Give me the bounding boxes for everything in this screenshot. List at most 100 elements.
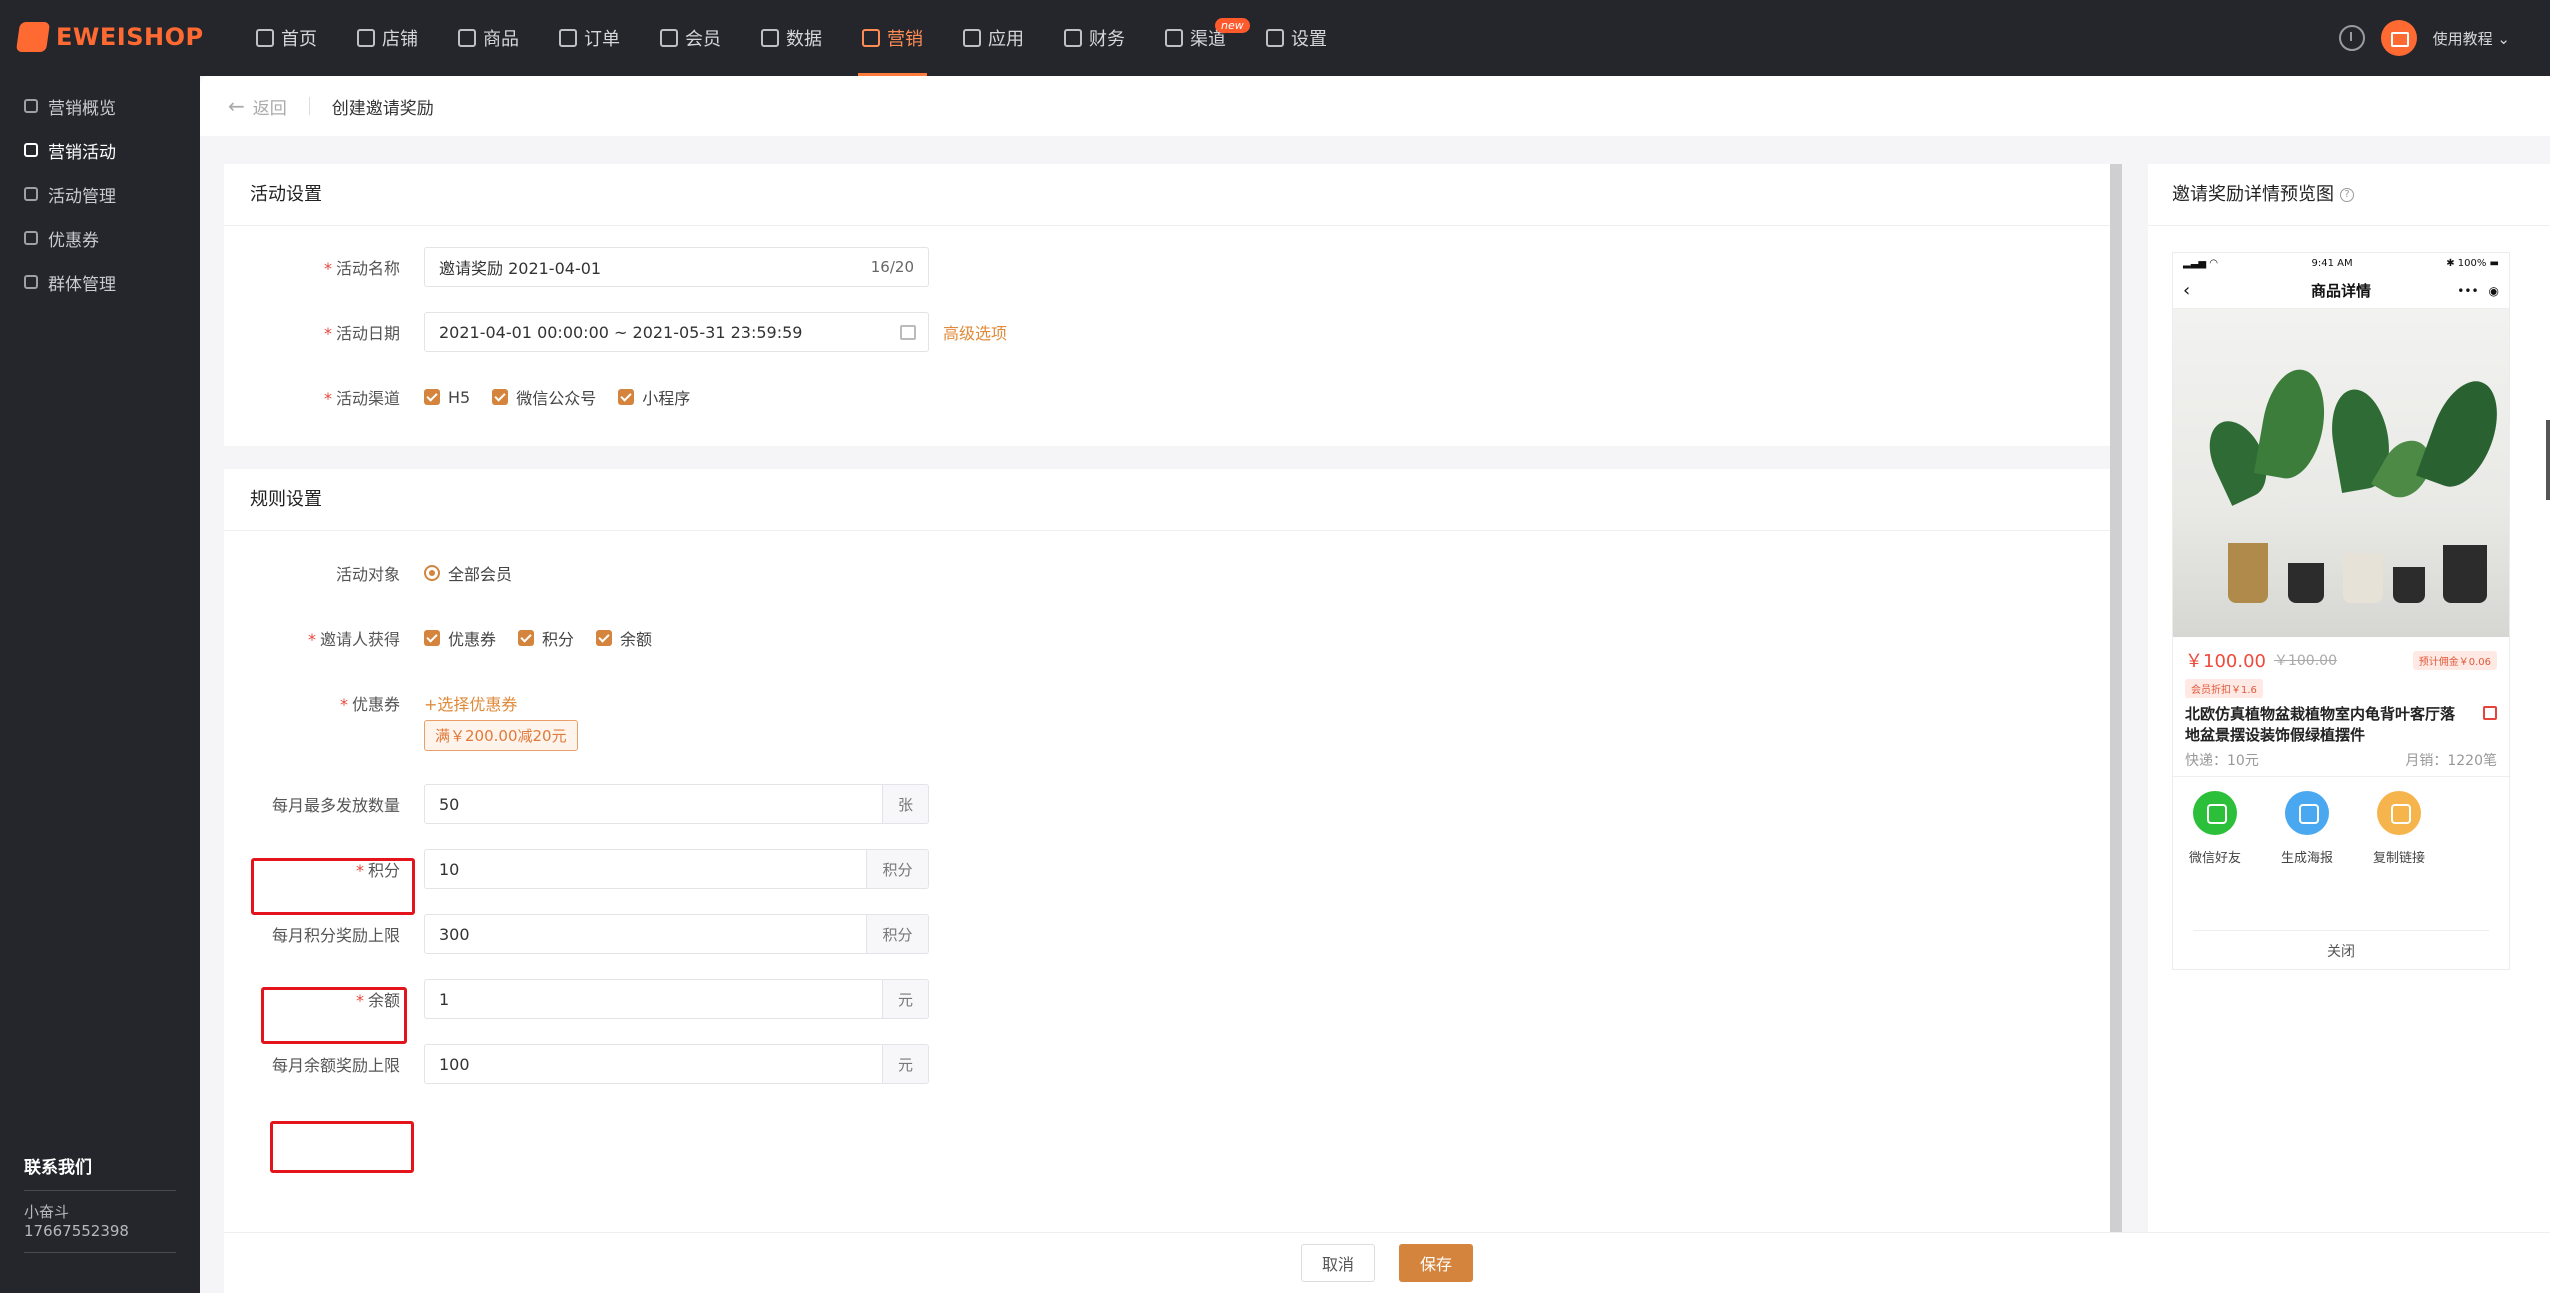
field-label-text: 活动日期 — [335, 324, 400, 343]
nav-item-marketing[interactable]: 营销 — [842, 0, 943, 76]
coupon-tag[interactable]: 满￥200.00减20元 — [424, 720, 578, 751]
input-suffix: 元 — [882, 980, 928, 1018]
required-mark: * — [307, 630, 316, 649]
product-meta: 快递：10元 月销：1220笔 — [2173, 746, 2509, 777]
nav-item-order[interactable]: 订单 — [539, 0, 640, 76]
share-options: 微信好友 生成海报 复制链接 — [2173, 777, 2509, 866]
nav-label: 设置 — [1291, 29, 1327, 50]
char-counter: 16/20 — [870, 258, 914, 276]
select-coupon-link[interactable]: +选择优惠券 — [424, 691, 517, 715]
checkbox-checked[interactable] — [492, 389, 509, 405]
nav-item-member[interactable]: 会员 — [640, 0, 741, 76]
channel-icon — [1165, 29, 1183, 47]
activity-name-input[interactable]: 邀请奖励 2021-04-01 16/20 — [424, 247, 929, 287]
target-icon: ◉ — [2488, 283, 2499, 298]
reward-checkbox-balance[interactable]: 余额 — [596, 626, 652, 650]
tutorial-menu[interactable]: 使用教程 ⌄ — [2433, 28, 2510, 49]
price-row: ￥100.00 ￥100.00 预计佣金￥0.06 — [2173, 637, 2509, 673]
checkbox-checked[interactable] — [518, 630, 535, 646]
nav-item-store[interactable]: 店铺 — [337, 0, 438, 76]
edge-scroll-handle[interactable] — [2546, 420, 2550, 500]
sidebar-item-groups[interactable]: 群体管理 — [0, 260, 200, 304]
sidebar-item-activity-manage[interactable]: 活动管理 — [0, 172, 200, 216]
activity-date-row: * 活动日期 2021-04-01 00:00:00 ~ 2021-05-31 2… — [224, 310, 2110, 354]
checkbox-checked[interactable] — [424, 630, 440, 646]
checkbox-checked[interactable] — [424, 389, 440, 405]
sidebar-item-coupons[interactable]: 优惠券 — [0, 216, 200, 260]
share-label: 微信好友 — [2189, 851, 2242, 866]
main-area: ← 返回 创建邀请奖励 活动设置 * 活动名称 邀请奖励 2021-04-01 16… — [200, 76, 2550, 1293]
nav-item-goods[interactable]: 商品 — [438, 0, 539, 76]
coupon-row: * 优惠券 +选择优惠券 — [224, 681, 2110, 725]
nav-label: 财务 — [1089, 29, 1125, 50]
section-title: 活动设置 — [224, 164, 2110, 226]
arrow-left-icon: ← — [228, 94, 245, 118]
share-poster: 生成海报 — [2281, 791, 2333, 866]
cancel-button[interactable]: 取消 — [1300, 1244, 1375, 1282]
order-icon — [559, 29, 577, 47]
help-icon[interactable]: ? — [2340, 187, 2354, 202]
field-label-text: 余额 — [367, 991, 400, 1010]
target-radio-all-members[interactable]: 全部会员 — [424, 561, 512, 585]
field-label: 每月积分奖励上限 — [224, 922, 424, 946]
monthly-coupon-input[interactable]: 50 张 — [424, 784, 929, 824]
brand-logo[interactable]: EWEISHOP — [15, 22, 204, 52]
advanced-options-link[interactable]: 高级选项 — [943, 320, 1007, 344]
nav-item-channel[interactable]: 渠道 new — [1145, 0, 1250, 76]
checkbox-label: 小程序 — [642, 389, 691, 408]
required-mark: * — [355, 991, 364, 1010]
shipping-fee: 快递：10元 — [2185, 753, 2259, 769]
contact-section: 联系我们 小奋斗 17667552398 — [24, 1153, 176, 1253]
goods-icon — [458, 29, 476, 47]
back-link[interactable]: ← 返回 — [228, 94, 287, 119]
plant-pot — [2288, 563, 2324, 603]
sidebar-item-overview[interactable]: 营销概览 — [0, 84, 200, 128]
field-label: 每月余额奖励上限 — [224, 1052, 424, 1076]
product-image — [2173, 309, 2509, 637]
points-row: * 积分 10 积分 — [224, 847, 2110, 891]
monthly-points-input[interactable]: 300 积分 — [424, 914, 929, 954]
status-time: 9:41 AM — [2311, 257, 2353, 269]
input-suffix: 元 — [882, 1045, 928, 1083]
radio-label: 全部会员 — [448, 565, 513, 584]
download-icon[interactable] — [2338, 25, 2365, 51]
plant-leaf — [2253, 364, 2333, 484]
sidebar-item-campaigns[interactable]: 营销活动 — [0, 128, 200, 172]
form-scrollbar[interactable] — [2110, 164, 2122, 1293]
activity-name-row: * 活动名称 邀请奖励 2021-04-01 16/20 — [224, 245, 2110, 289]
channel-checkbox-h5[interactable]: H5 — [424, 388, 470, 407]
breadcrumb-divider — [308, 97, 310, 115]
radio-selected[interactable] — [424, 565, 440, 581]
avatar[interactable] — [2380, 20, 2417, 56]
reward-checkbox-points[interactable]: 积分 — [518, 626, 574, 650]
chevron-left-icon: ‹ — [2183, 280, 2191, 301]
nav-item-home[interactable]: 首页 — [236, 0, 337, 76]
checkbox-checked[interactable] — [596, 630, 613, 646]
nav-label: 首页 — [281, 29, 317, 50]
nav-item-finance[interactable]: 财务 — [1044, 0, 1145, 76]
monthly-balance-row: 每月余额奖励上限 100 元 — [224, 1042, 2110, 1086]
phone-page-title: 商品详情 — [2310, 282, 2371, 300]
nav-item-settings[interactable]: 设置 — [1246, 0, 1347, 76]
balance-input[interactable]: 1 元 — [424, 979, 929, 1019]
reward-checkbox-coupon[interactable]: 优惠券 — [424, 626, 496, 650]
monthly-balance-input[interactable]: 100 元 — [424, 1044, 929, 1084]
nav-label: 会员 — [685, 29, 721, 50]
phone-status-bar: ▂▃▅ ◠ 9:41 AM ✱ 100% ▬ — [2173, 253, 2509, 273]
share-label: 复制链接 — [2373, 851, 2426, 866]
product-name: 北欧仿真植物盆栽植物室内龟背叶客厅落地盆景摆设装饰假绿植摆件 — [2173, 698, 2509, 746]
nav-item-data[interactable]: 数据 — [741, 0, 842, 76]
channel-checkbox-wechat[interactable]: 微信公众号 — [492, 385, 596, 409]
input-value: 50 — [439, 794, 460, 814]
checkbox-label: H5 — [448, 387, 471, 407]
top-navbar: EWEISHOP 首页 店铺 商品 订单 会员 数据 营销 应用 财务 渠道 ne… — [0, 0, 2550, 76]
channel-checkbox-miniprogram[interactable]: 小程序 — [618, 385, 690, 409]
required-mark: * — [323, 389, 332, 408]
save-button[interactable]: 保存 — [1399, 1244, 1474, 1282]
member-icon — [660, 29, 678, 47]
inviter-reward-row: * 邀请人获得 优惠券 积分 余额 — [224, 616, 2110, 660]
checkbox-checked[interactable] — [618, 389, 635, 405]
date-range-picker[interactable]: 2021-04-01 00:00:00 ~ 2021-05-31 23:59:5… — [424, 312, 929, 352]
nav-item-apps[interactable]: 应用 — [943, 0, 1044, 76]
points-input[interactable]: 10 积分 — [424, 849, 929, 889]
